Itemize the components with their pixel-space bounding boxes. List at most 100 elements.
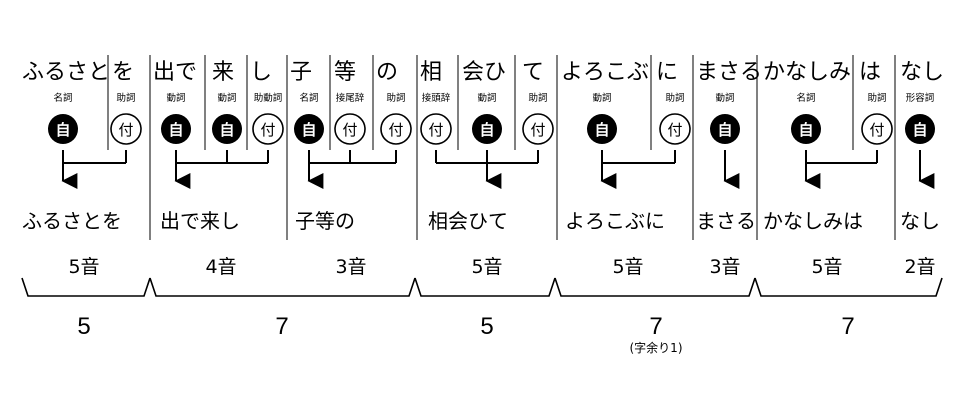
line-syllable-total: 5 — [480, 313, 493, 340]
line-count-row: 5 7 5 7(字余り1)7 — [77, 313, 854, 355]
phrase-text: よろこぶに — [565, 209, 665, 233]
syllable-row: 5音 4音 3音 5音 5音 3音 5音 2音 — [68, 256, 935, 278]
line-brace — [554, 277, 756, 297]
marker-label-jiritsu: 自 — [219, 121, 234, 139]
part-of-speech-label: 名詞 — [796, 92, 815, 104]
part-of-speech-label: 動詞 — [166, 92, 185, 104]
diagram-canvas: ふるさとを出で来し子等の相会ひてよろこぶにまさる かなしみはなし 名詞 助詞 動詞 動詞… — [21, 55, 944, 355]
independent-word-marker: 自 — [212, 114, 242, 144]
line-braces — [21, 277, 943, 297]
syllable-count: 3音 — [335, 256, 366, 278]
dependent-word-marker: 付 — [861, 113, 893, 145]
part-of-speech-label: 助詞 — [528, 92, 547, 104]
word-text: に — [656, 60, 678, 85]
independent-word-marker: 自 — [48, 114, 78, 144]
dependent-word-marker: 付 — [522, 113, 554, 145]
independent-word-marker: 自 — [791, 114, 821, 144]
syllable-count: 5音 — [811, 256, 842, 278]
phrase-text: ふるさとを — [22, 209, 122, 233]
syllable-count: 2音 — [904, 256, 935, 278]
phrase-connector — [174, 150, 269, 189]
line-note: (字余り1) — [630, 340, 683, 355]
connector-lines — [61, 150, 935, 189]
part-of-speech-label: 助詞 — [867, 92, 886, 104]
part-of-speech-label: 動詞 — [217, 92, 236, 104]
phrase-text: 子等の — [295, 209, 355, 233]
part-of-speech-label: 助動詞 — [254, 92, 283, 104]
word-text: 等 — [334, 60, 356, 85]
marker-label-fuzoku: 付 — [428, 121, 443, 139]
part-of-speech-label: 名詞 — [299, 92, 318, 104]
word-text: ふるさと — [22, 60, 110, 85]
word-text: て — [522, 60, 544, 85]
part-of-speech-label: 形容詞 — [906, 92, 935, 104]
syllable-count: 5音 — [471, 256, 502, 278]
marker-row: 自付自自付自付付付自付自付自自付自 — [48, 113, 935, 145]
marker-label-fuzoku: 付 — [118, 121, 133, 139]
word-text: し — [250, 60, 272, 85]
dependent-word-marker: 付 — [252, 113, 284, 145]
word-text: は — [859, 60, 881, 85]
phrase-row: ふるさとを 出で来し 子等の 相会ひて よろこぶに まさる かなしみは なし — [22, 209, 940, 233]
line-syllable-total: 7 — [649, 313, 662, 340]
independent-word-marker: 自 — [294, 114, 324, 144]
phrase-text: なし — [900, 209, 940, 233]
syllable-count: 4音 — [205, 256, 236, 278]
syllable-count: 5音 — [612, 256, 643, 278]
dependent-word-marker: 付 — [380, 113, 412, 145]
marker-label-jiritsu: 自 — [168, 121, 183, 139]
marker-label-jiritsu: 自 — [55, 121, 70, 139]
marker-label-fuzoku: 付 — [342, 121, 357, 139]
word-text: かなしみ — [763, 60, 851, 85]
word-text: よろこぶ — [561, 60, 649, 85]
marker-label-jiritsu: 自 — [479, 121, 494, 139]
phrase-text: まさる — [696, 209, 756, 233]
independent-word-marker: 自 — [587, 114, 617, 144]
line-brace — [21, 277, 151, 297]
word-text: 相 — [420, 60, 442, 85]
line-syllable-total: 7 — [841, 313, 854, 340]
independent-word-marker: 自 — [161, 114, 191, 144]
marker-label-jiritsu: 自 — [594, 121, 609, 139]
word-text: を — [112, 60, 134, 85]
part-of-speech-label: 動詞 — [592, 92, 611, 104]
phrase-connector — [600, 150, 676, 189]
dependent-word-marker: 付 — [334, 113, 366, 145]
word-text: 出で — [153, 60, 197, 85]
marker-label-fuzoku: 付 — [388, 121, 403, 139]
line-syllable-total: 7 — [275, 313, 288, 340]
part-of-speech-label: 動詞 — [715, 92, 734, 104]
phrase-connector — [435, 150, 539, 189]
phrase-connector — [61, 150, 127, 189]
marker-label-fuzoku: 付 — [869, 121, 884, 139]
phrase-text: 相会ひて — [428, 209, 508, 233]
part-of-speech-label: 助詞 — [116, 92, 135, 104]
phrase-text: 出で来し — [160, 209, 240, 233]
marker-label-jiritsu: 自 — [798, 121, 813, 139]
syllable-count: 5音 — [68, 256, 99, 278]
marker-label-jiritsu: 自 — [717, 121, 732, 139]
part-of-speech-label: 助詞 — [386, 92, 405, 104]
marker-label-fuzoku: 付 — [530, 121, 545, 139]
dependent-word-marker: 付 — [110, 113, 142, 145]
dependent-word-marker: 付 — [420, 113, 452, 145]
part-of-speech-label: 名詞 — [53, 92, 72, 104]
marker-label-jiritsu: 自 — [301, 121, 316, 139]
part-of-speech-label: 動詞 — [477, 92, 496, 104]
tanka-analysis-diagram: ふるさとを出で来し子等の相会ひてよろこぶにまさる かなしみはなし 名詞 助詞 動詞 動詞… — [0, 0, 960, 400]
dependent-word-marker: 付 — [659, 113, 691, 145]
word-text: 会ひ — [462, 60, 506, 85]
phrase-text: かなしみは — [763, 209, 863, 233]
part-of-speech-row: 名詞 助詞 動詞 動詞 助動詞 名詞 接尾辞 助詞 接頭辞 動詞 助詞 動詞 助詞 動詞 名詞 助詞 形容詞 — [53, 92, 934, 104]
word-text: 来 — [212, 60, 234, 85]
line-brace — [414, 277, 556, 297]
independent-word-marker: 自 — [472, 114, 502, 144]
phrase-connector — [804, 150, 878, 189]
part-of-speech-label: 助詞 — [665, 92, 684, 104]
marker-label-jiritsu: 自 — [912, 121, 927, 139]
line-brace — [149, 277, 416, 297]
marker-label-fuzoku: 付 — [260, 121, 275, 139]
part-of-speech-label: 接尾辞 — [336, 92, 365, 104]
word-row: ふるさとを出で来し子等の相会ひてよろこぶにまさる かなしみはなし — [22, 60, 944, 85]
phrase-connector — [307, 150, 397, 189]
